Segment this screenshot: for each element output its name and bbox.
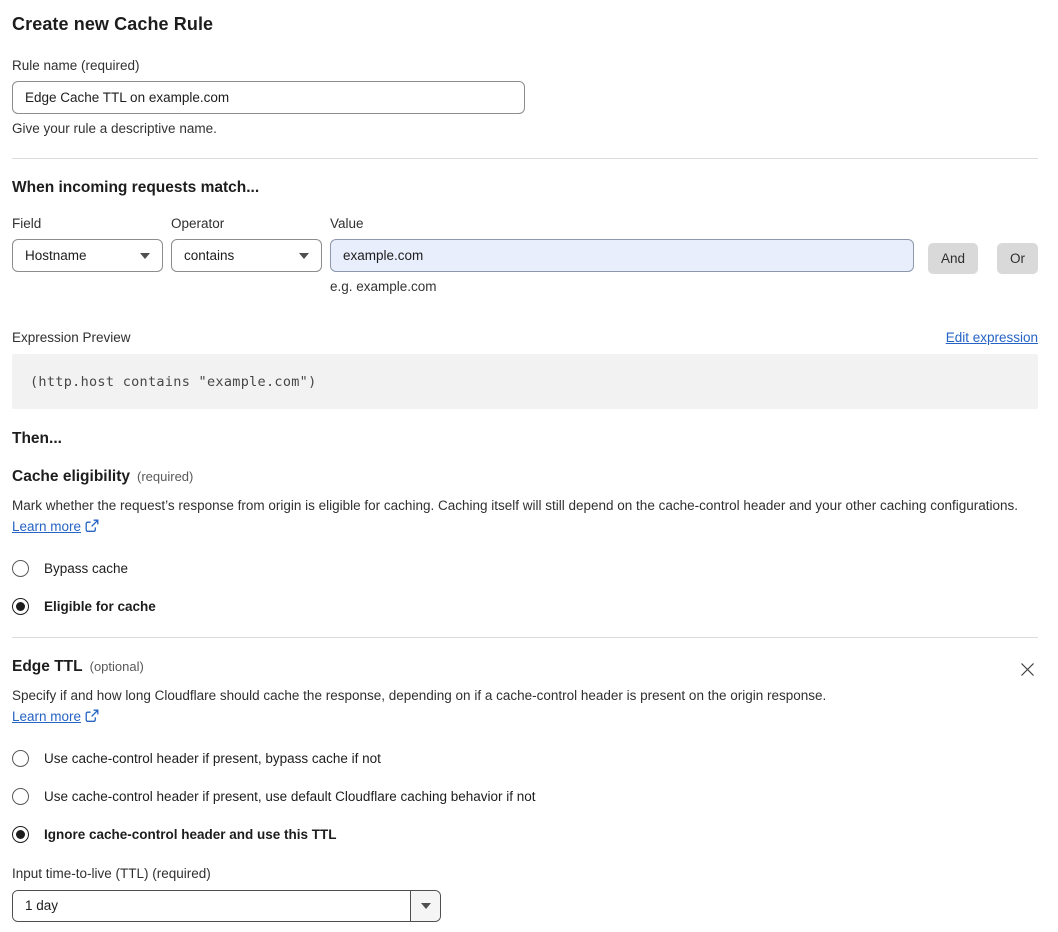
radio-option-bypass-cache[interactable]: Bypass cache: [12, 559, 1038, 577]
radio-icon[interactable]: [12, 559, 29, 577]
divider: [12, 158, 1038, 159]
radio-option-use-header-default[interactable]: Use cache-control header if present, use…: [12, 787, 1038, 805]
operator-label: Operator: [171, 216, 225, 231]
edge-ttl-title-row: Edge TTL (optional): [12, 658, 1038, 676]
cache-eligibility-heading: Cache eligibility: [12, 468, 131, 485]
rule-name-input[interactable]: [12, 81, 525, 114]
expression-header: Expression Preview Edit expression: [12, 330, 1038, 345]
ttl-label: Input time-to-live (TTL) (required): [12, 865, 211, 881]
operator-select[interactable]: contains: [171, 239, 322, 272]
external-link-icon: [85, 519, 99, 540]
and-button[interactable]: And: [927, 243, 978, 274]
ttl-input-group: Input time-to-live (TTL) (required): [12, 866, 1038, 922]
edge-ttl-description: Specify if and how long Cloudflare shoul…: [12, 686, 852, 730]
expression-preview-code: (http.host contains "example.com"): [12, 354, 1038, 409]
radio-label: Use cache-control header if present, byp…: [44, 750, 381, 766]
rule-name-group: Rule name (required) Give your rule a de…: [12, 58, 1038, 136]
operator-column: Operator contains: [171, 216, 322, 272]
radio-icon[interactable]: [12, 787, 29, 805]
create-cache-rule-page: Create new Cache Rule Rule name (require…: [0, 0, 1058, 932]
radio-checked-icon[interactable]: [12, 597, 29, 615]
edit-expression-link[interactable]: Edit expression: [946, 330, 1038, 345]
match-section: When incoming requests match... Field Ho…: [12, 179, 1038, 409]
rule-name-help: Give your rule a descriptive name.: [12, 121, 217, 136]
radio-icon[interactable]: [12, 749, 29, 767]
cache-eligibility-description-text: Mark whether the request’s response from…: [12, 498, 1019, 513]
value-help: e.g. example.com: [330, 279, 437, 294]
cache-eligibility-options: Bypass cache Eligible for cache: [12, 559, 1038, 615]
external-link-icon: [85, 709, 99, 730]
cache-eligibility-title-row: Cache eligibility (required): [12, 468, 1038, 486]
optional-qualifier: (optional): [89, 658, 144, 674]
required-qualifier: (required): [137, 469, 194, 484]
chevron-down-icon: [140, 252, 150, 259]
value-input[interactable]: [330, 239, 914, 272]
edge-ttl-options: Use cache-control header if present, byp…: [12, 749, 1038, 843]
edge-ttl-heading: Edge TTL: [12, 657, 83, 675]
edge-ttl-section: Edge TTL (optional) Specify if and how l…: [12, 658, 1038, 922]
field-label: Field: [12, 216, 42, 231]
expression-preview-label: Expression Preview: [12, 330, 131, 345]
field-column: Field Hostname: [12, 216, 163, 272]
radio-checked-icon[interactable]: [12, 825, 29, 843]
radio-label: Ignore cache-control header and use this…: [44, 826, 337, 842]
logic-buttons: And Or: [927, 243, 1038, 274]
radio-label: Use cache-control header if present, use…: [44, 788, 536, 804]
field-select-value: Hostname: [25, 248, 87, 263]
radio-option-eligible-for-cache[interactable]: Eligible for cache: [12, 597, 1038, 615]
chevron-down-icon: [299, 252, 309, 259]
divider: [12, 636, 1038, 638]
learn-more-link[interactable]: Learn more: [12, 709, 81, 724]
or-button[interactable]: Or: [997, 243, 1038, 274]
cache-eligibility-description: Mark whether the request’s response from…: [12, 496, 1038, 540]
radio-label: Eligible for cache: [44, 598, 156, 614]
field-select[interactable]: Hostname: [12, 239, 163, 272]
edge-ttl-description-text: Specify if and how long Cloudflare shoul…: [12, 687, 827, 703]
value-label: Value: [330, 216, 364, 231]
value-column: Value e.g. example.com: [330, 216, 914, 294]
rule-name-label: Rule name (required): [12, 58, 140, 73]
then-heading: Then...: [12, 430, 62, 447]
operator-select-value: contains: [184, 248, 235, 263]
cache-eligibility-section: Cache eligibility (required) Mark whethe…: [12, 468, 1038, 615]
learn-more-link[interactable]: Learn more: [12, 519, 81, 534]
close-icon[interactable]: [1017, 660, 1037, 680]
page-title: Create new Cache Rule: [12, 14, 214, 34]
radio-option-use-header-bypass[interactable]: Use cache-control header if present, byp…: [12, 749, 1038, 767]
match-row: Field Hostname Operator contains Value e…: [12, 216, 1038, 294]
radio-label: Bypass cache: [44, 560, 129, 576]
radio-option-ignore-header-use-ttl[interactable]: Ignore cache-control header and use this…: [12, 825, 1038, 843]
match-heading: When incoming requests match...: [12, 179, 260, 196]
